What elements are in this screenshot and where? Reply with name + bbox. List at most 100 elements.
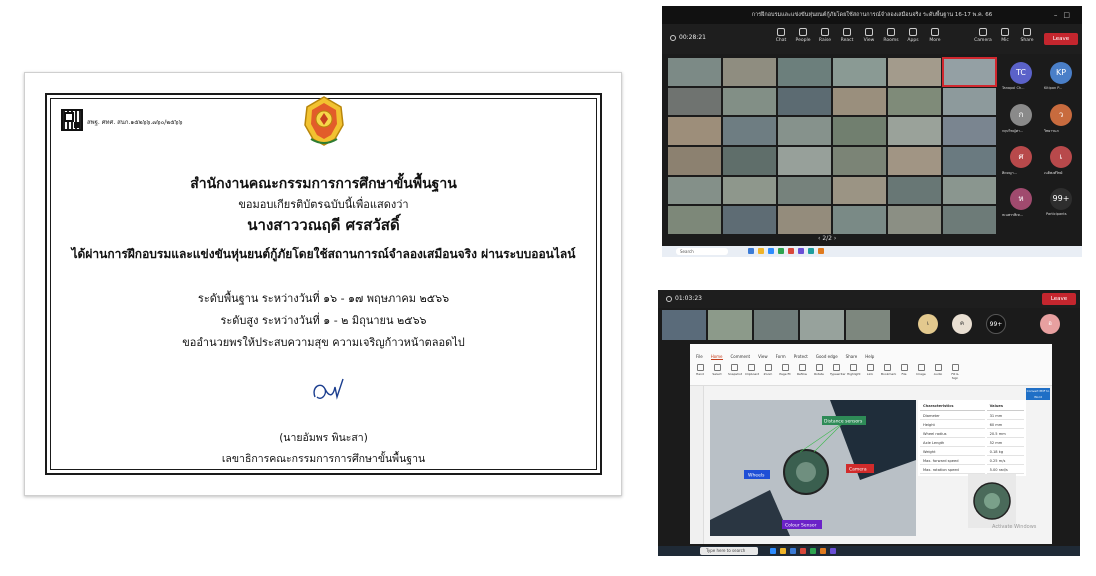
video-tile[interactable]	[778, 146, 831, 175]
menu-good-edge[interactable]: Good edge	[816, 354, 838, 360]
video-tile[interactable]	[888, 117, 941, 145]
tool-file[interactable]: File	[898, 364, 910, 380]
share-button[interactable]: Share	[1016, 28, 1038, 43]
participant-avatar[interactable]: ก	[1010, 104, 1032, 126]
video-tile[interactable]	[833, 58, 886, 86]
video-tile-highlighted[interactable]	[942, 57, 997, 87]
edge-icon[interactable]	[790, 548, 796, 554]
more-button[interactable]: More	[924, 28, 946, 43]
video-tile[interactable]	[668, 146, 721, 175]
menu-help[interactable]: Help	[865, 354, 874, 360]
convert-pdf-badge[interactable]: Convert PDF to Word	[1026, 388, 1050, 400]
app-icon[interactable]	[820, 548, 826, 554]
participant-avatar[interactable]: TC	[1010, 62, 1032, 84]
video-tile[interactable]	[833, 87, 886, 116]
app-icon[interactable]	[788, 248, 794, 254]
participants-count-button[interactable]: 99+	[986, 314, 1006, 334]
video-tile[interactable]	[833, 146, 886, 175]
pdf-side-toolbar[interactable]	[690, 386, 704, 544]
video-tile[interactable]	[778, 176, 831, 205]
tool-rotate[interactable]: Rotate	[813, 364, 825, 380]
video-tile[interactable]	[708, 310, 752, 340]
tool-link[interactable]: Link	[864, 364, 876, 380]
participant-avatar[interactable]: ห	[1010, 188, 1032, 210]
apps-button[interactable]: Apps	[902, 28, 924, 43]
rooms-button[interactable]: Rooms	[880, 28, 902, 43]
menu-file[interactable]: File	[696, 354, 703, 360]
participant-avatar[interactable]: KP	[1050, 62, 1072, 84]
app-icon[interactable]	[808, 248, 814, 254]
menu-form[interactable]: Form	[776, 354, 786, 360]
video-tile[interactable]	[888, 146, 941, 175]
participant-avatar[interactable]: เ	[918, 314, 938, 334]
video-tile[interactable]	[778, 117, 831, 145]
video-tile[interactable]	[943, 146, 996, 175]
video-tile[interactable]	[888, 176, 941, 205]
window-controls[interactable]: –□	[1054, 6, 1076, 24]
video-tile[interactable]	[723, 117, 776, 145]
leave-button[interactable]: Leave	[1044, 33, 1078, 45]
app-icon[interactable]	[830, 548, 836, 554]
video-tile[interactable]	[888, 206, 941, 234]
video-tile[interactable]	[800, 310, 844, 340]
video-tile[interactable]	[778, 87, 831, 116]
tool-image[interactable]: Image	[915, 364, 927, 380]
menu-home[interactable]: Home	[710, 354, 723, 360]
tool-clipboard[interactable]: Clipboard	[745, 364, 759, 380]
video-tile[interactable]	[833, 206, 886, 234]
chat-button[interactable]: Chat	[770, 28, 792, 43]
video-tile[interactable]	[723, 87, 776, 116]
folder-icon[interactable]	[758, 248, 764, 254]
video-tile[interactable]	[778, 58, 831, 86]
react-button[interactable]: React	[836, 28, 858, 43]
video-tile[interactable]	[668, 176, 721, 205]
app-icon[interactable]	[800, 548, 806, 554]
video-tile[interactable]	[668, 58, 721, 86]
app-icon[interactable]	[798, 248, 804, 254]
participant-avatar[interactable]: ศ	[1010, 146, 1032, 168]
tool-fill-sign[interactable]: Fill & Sign	[949, 364, 961, 380]
tool-zoom[interactable]: Zoom	[762, 364, 774, 380]
video-tile[interactable]	[833, 117, 886, 145]
tool-reflow[interactable]: Reflow	[796, 364, 808, 380]
tool-bookmark[interactable]: Bookmark	[881, 364, 896, 380]
participant-avatar[interactable]: เ	[1050, 146, 1072, 168]
video-tile[interactable]	[723, 176, 776, 205]
tool-highlight[interactable]: Highlight	[847, 364, 861, 380]
camera-button[interactable]: Camera	[972, 28, 994, 43]
video-tile[interactable]	[668, 87, 721, 116]
video-tile[interactable]	[943, 176, 996, 205]
folder-icon[interactable]	[780, 548, 786, 554]
video-tile[interactable]	[723, 206, 776, 234]
video-tile[interactable]	[943, 206, 996, 234]
leave-button[interactable]: Leave	[1042, 293, 1076, 305]
tool-typewriter[interactable]: Typewriter	[830, 364, 846, 380]
tool-audio[interactable]: Audio	[932, 364, 944, 380]
gallery-pager[interactable]: ‹ 2/2 ›	[818, 235, 836, 242]
app-icon[interactable]	[818, 248, 824, 254]
taskbar-search[interactable]: Type here to search	[700, 547, 758, 555]
menu-comment[interactable]: Comment	[731, 354, 751, 360]
self-avatar[interactable]: อ	[1040, 314, 1060, 334]
participant-avatar[interactable]: ค	[952, 314, 972, 334]
menu-protect[interactable]: Protect	[794, 354, 808, 360]
tool-hand[interactable]: Hand	[694, 364, 706, 380]
video-tile[interactable]	[943, 117, 996, 145]
video-tile[interactable]	[723, 146, 776, 175]
video-tile[interactable]	[846, 310, 890, 340]
video-tile[interactable]	[778, 206, 831, 234]
app-icon[interactable]	[778, 248, 784, 254]
video-tile[interactable]	[888, 87, 941, 116]
video-tile[interactable]	[888, 58, 941, 86]
participants-count-button[interactable]: 99+	[1050, 188, 1072, 210]
zoom-icon[interactable]	[768, 248, 774, 254]
video-tile[interactable]	[662, 310, 706, 340]
tool-page-fit[interactable]: Page fit	[779, 364, 791, 380]
app-icon[interactable]	[748, 248, 754, 254]
video-tile[interactable]	[668, 117, 721, 145]
video-tile[interactable]	[754, 310, 798, 340]
participant-avatar[interactable]: ว	[1050, 104, 1072, 126]
video-tile[interactable]	[668, 206, 721, 234]
menu-view[interactable]: View	[758, 354, 768, 360]
mic-button[interactable]: Mic	[994, 28, 1016, 43]
